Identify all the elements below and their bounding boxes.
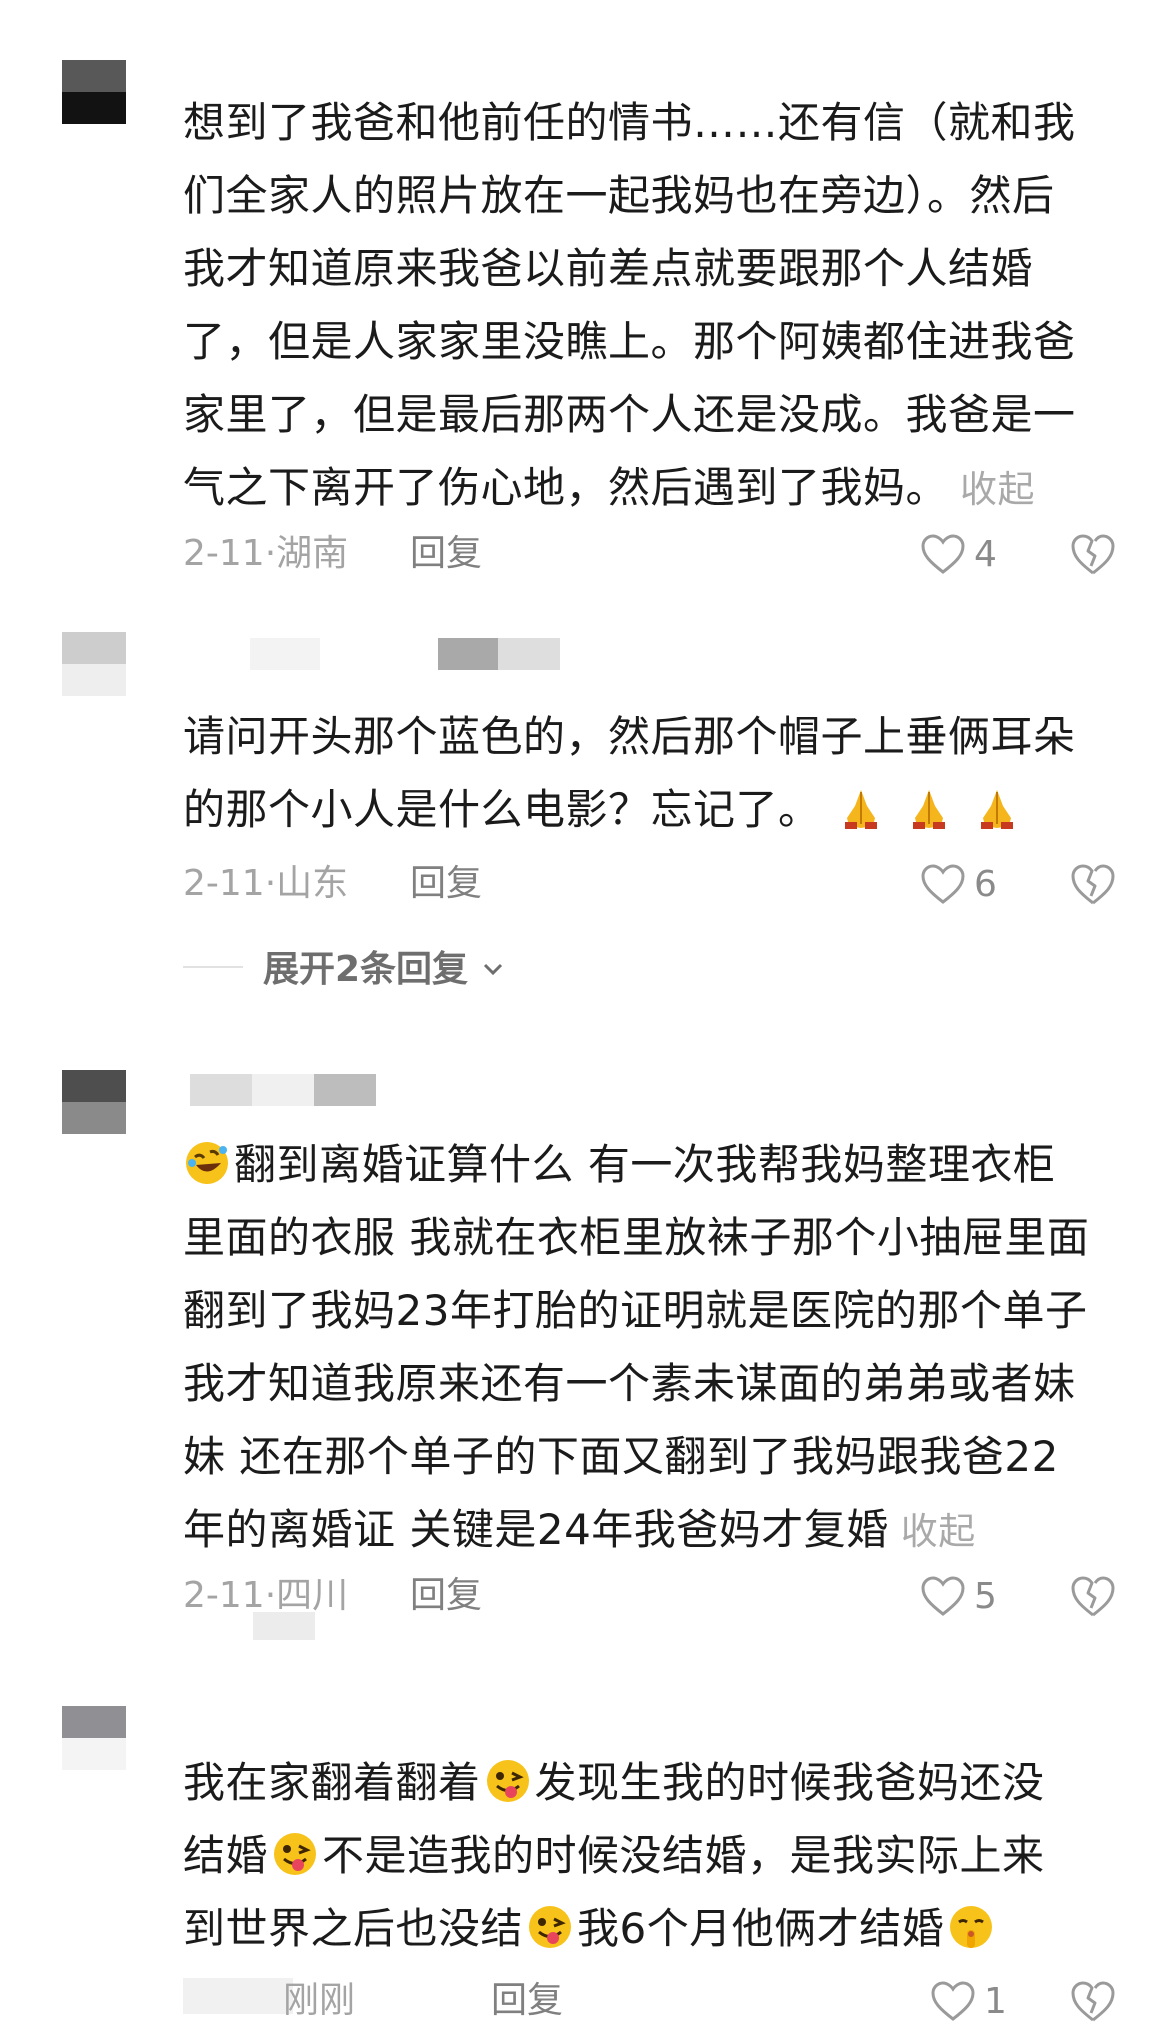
avatar[interactable] [62,632,126,696]
text-line: 翻到了我妈23年打胎的证明就是医院的那个单子 [183,1286,1088,1335]
rofl-emoji [186,1142,228,1184]
avatar[interactable] [62,1706,126,1770]
reply-button[interactable]: 回复 [410,858,482,910]
text-segment: 不是造我的时候没结婚，是我实际上来 [322,1831,1045,1880]
comment-meta: 刚刚 回复 [183,1975,563,2027]
comment-location: 四川 [276,1575,349,1616]
comment-date: 刚刚 [283,1980,356,2021]
divider [183,966,243,968]
folded-hands-emoji [981,790,1014,829]
comment-date: 2-11 [183,533,265,574]
comment-text: 请问开头那个蓝色的，然后那个帽子上垂俩耳朵 的那个小人是什么电影？忘记了。 [183,700,1123,846]
expand-label: 展开2条回复 [263,949,469,990]
broken-heart-icon [1071,1981,1115,2022]
text-segment: 我在家翻着翻着 [183,1758,481,1807]
text-line: 家里了，但是最后那两个人还是没成。我爸是一 [183,390,1076,439]
text-line: 请问开头那个蓝色的，然后那个帽子上垂俩耳朵 [183,712,1076,761]
dislike-button[interactable] [1070,1570,1120,1622]
heart-outline-icon [921,534,965,574]
folded-hands-emoji [913,790,946,829]
avatar[interactable] [62,60,126,124]
broken-heart-icon [1071,864,1115,905]
text-segment: 到世界之后也没结 [183,1904,524,1953]
text-line: 翻到离婚证算什么 有一次我帮我妈整理衣柜 [234,1140,1056,1189]
text-line: 我才知道我原来还有一个素未谋面的弟弟或者妹 [183,1359,1076,1408]
text-line: 想到了我爸和他前任的情书……还有信（就和我 [183,98,1076,147]
comment-text: 翻到离婚证算什么 有一次我帮我妈整理衣柜 里面的衣服 我就在衣柜里放袜子那个小抽… [183,1128,1123,1568]
username-mosaic [252,1074,314,1106]
broken-heart-icon [1071,534,1115,575]
reply-button[interactable]: 回复 [410,528,482,580]
dislike-button[interactable] [1070,1975,1120,2027]
reply-button[interactable]: 回复 [410,1570,482,1622]
collapse-link[interactable]: 收起 [901,1510,976,1553]
text-line: 了，但是人家家里没瞧上。那个阿姨都住进我爸 [183,317,1076,366]
username-mosaic [190,1074,252,1106]
comment-meta: 2-11·山东 回复 [183,858,482,910]
text-segment: 结婚 [183,1831,269,1880]
text-segment: 发现生我的时候我爸妈还没 [534,1758,1045,1807]
username-mosaic [253,1612,315,1640]
heart-outline-icon [921,1576,965,1616]
like-button[interactable]: 5 [920,1570,997,1622]
comment-text: 我在家翻着翻着 发现生我的时候我爸妈还没 结婚 不是造我的时候没结婚，是我实际上来 … [183,1746,1123,1965]
winking-tongue-emoji [274,1833,317,1875]
text-line: 的那个小人是什么电影？忘记了。 [183,785,821,834]
text-line: 气之下离开了伤心地，然后遇到了我妈。 [183,463,949,512]
username-mosaic [438,638,498,670]
chevron-down-icon [483,963,502,976]
dislike-button[interactable] [1070,858,1120,910]
username-mosaic [314,1074,376,1106]
shushing-face-emoji [950,1906,993,1948]
dislike-button[interactable] [1070,528,1120,580]
like-count: 4 [974,533,997,575]
comment-location: 山东 [276,863,349,904]
avatar[interactable] [62,1070,126,1134]
username-mosaic [250,638,320,670]
broken-heart-icon [1071,1576,1115,1617]
text-line: 们全家人的照片放在一起我妈也在旁边）。然后 [183,171,1055,220]
text-line: 妹 还在那个单子的下面又翻到了我妈跟我爸22 [183,1432,1059,1481]
comment-text: 想到了我爸和他前任的情书……还有信（就和我 们全家人的照片放在一起我妈也在旁边）… [183,86,1123,526]
winking-tongue-emoji [486,1760,529,1802]
comment-date: 2-11 [183,863,265,904]
like-count: 1 [984,1980,1007,2022]
like-button[interactable]: 4 [920,528,997,580]
folded-hands-emoji [845,790,878,829]
comment-location: 湖南 [276,533,349,574]
comment-meta: 2-11·湖南 回复 [183,528,482,580]
text-line: 里面的衣服 我就在衣柜里放袜子那个小抽屉里面 [183,1213,1090,1262]
collapse-link[interactable]: 收起 [960,468,1035,511]
heart-outline-icon [931,1981,975,2021]
comment-date: 2-11 [183,1575,265,1616]
text-line: 我才知道原来我爸以前差点就要跟那个人结婚 [183,244,1034,293]
like-count: 6 [974,863,997,905]
text-line: 年的离婚证 关键是24年我爸妈才复婚 [183,1505,889,1554]
like-count: 5 [974,1575,997,1617]
reply-button[interactable]: 回复 [491,1975,563,2027]
winking-tongue-emoji [529,1906,572,1948]
like-button[interactable]: 1 [930,1975,1007,2027]
text-segment: 我6个月他俩才结婚 [577,1904,945,1953]
heart-outline-icon [921,864,965,904]
like-button[interactable]: 6 [920,858,997,910]
username-mosaic [498,638,560,670]
